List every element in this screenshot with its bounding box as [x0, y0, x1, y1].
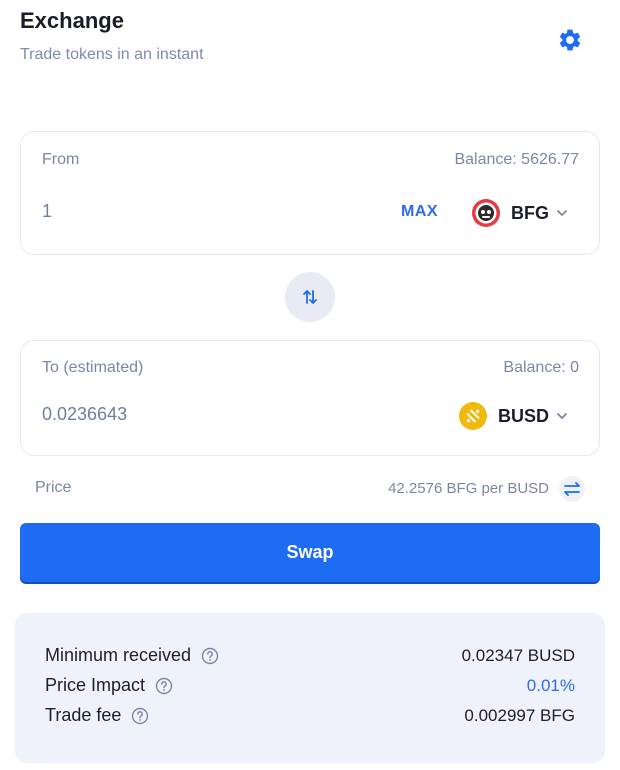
to-token-name: BUSD [497, 405, 549, 426]
from-amount-input[interactable] [42, 201, 342, 222]
from-token-name: BFG [511, 202, 549, 223]
to-label: To (estimated) [42, 359, 144, 376]
max-button[interactable]: MAX [401, 203, 438, 221]
to-balance: Balance: 0 [503, 359, 579, 376]
swap-vertical-arrows-icon [303, 290, 317, 304]
detail-value: 0.01% [526, 676, 575, 695]
switch-direction-button[interactable] [285, 272, 335, 322]
header: Exchange Trade tokens in an instant [20, 6, 600, 76]
price-row: Price 42.2576 BFG per BUSD [35, 476, 585, 502]
from-label: From [42, 151, 80, 168]
question-mark-icon[interactable] [201, 647, 219, 665]
to-amount-input[interactable] [42, 404, 342, 425]
settings-button[interactable] [556, 26, 584, 54]
page-title: Exchange [20, 8, 124, 33]
question-mark-icon[interactable] [131, 707, 149, 725]
bfg-token-icon [471, 198, 501, 228]
from-balance: Balance: 5626.77 [454, 151, 579, 168]
detail-value: 0.02347 BUSD [461, 646, 575, 665]
detail-label: Price Impact [45, 675, 146, 695]
chevron-down-icon [555, 206, 569, 220]
busd-token-icon [458, 401, 488, 431]
to-token-select[interactable]: BUSD [458, 401, 569, 431]
detail-row-price-impact: Price Impact 0.01% [45, 675, 575, 699]
detail-row-minimum-received: Minimum received 0.02347 BUSD [45, 645, 575, 669]
price-label: Price [35, 479, 72, 496]
chevron-down-icon [555, 409, 569, 423]
to-panel: To (estimated) Balance: 0 BUSD [20, 340, 600, 456]
gear-icon [559, 29, 581, 51]
price-value: 42.2576 BFG per BUSD [388, 480, 549, 497]
detail-label: Trade fee [45, 705, 122, 725]
trade-details-panel: Minimum received 0.02347 BUSD Price Impa… [15, 613, 605, 763]
from-panel: From Balance: 5626.77 MAX BFG [20, 131, 600, 255]
from-token-select[interactable]: BFG [471, 198, 569, 228]
invert-price-button[interactable] [559, 476, 585, 502]
swap-button[interactable]: Swap [20, 523, 600, 582]
detail-value: 0.002997 BFG [464, 706, 575, 725]
detail-row-trade-fee: Trade fee 0.002997 BFG [45, 705, 575, 729]
swap-horizontal-arrows-icon [564, 482, 580, 496]
detail-label: Minimum received [45, 645, 192, 665]
page-subtitle: Trade tokens in an instant [20, 46, 204, 63]
question-mark-icon[interactable] [155, 677, 173, 695]
